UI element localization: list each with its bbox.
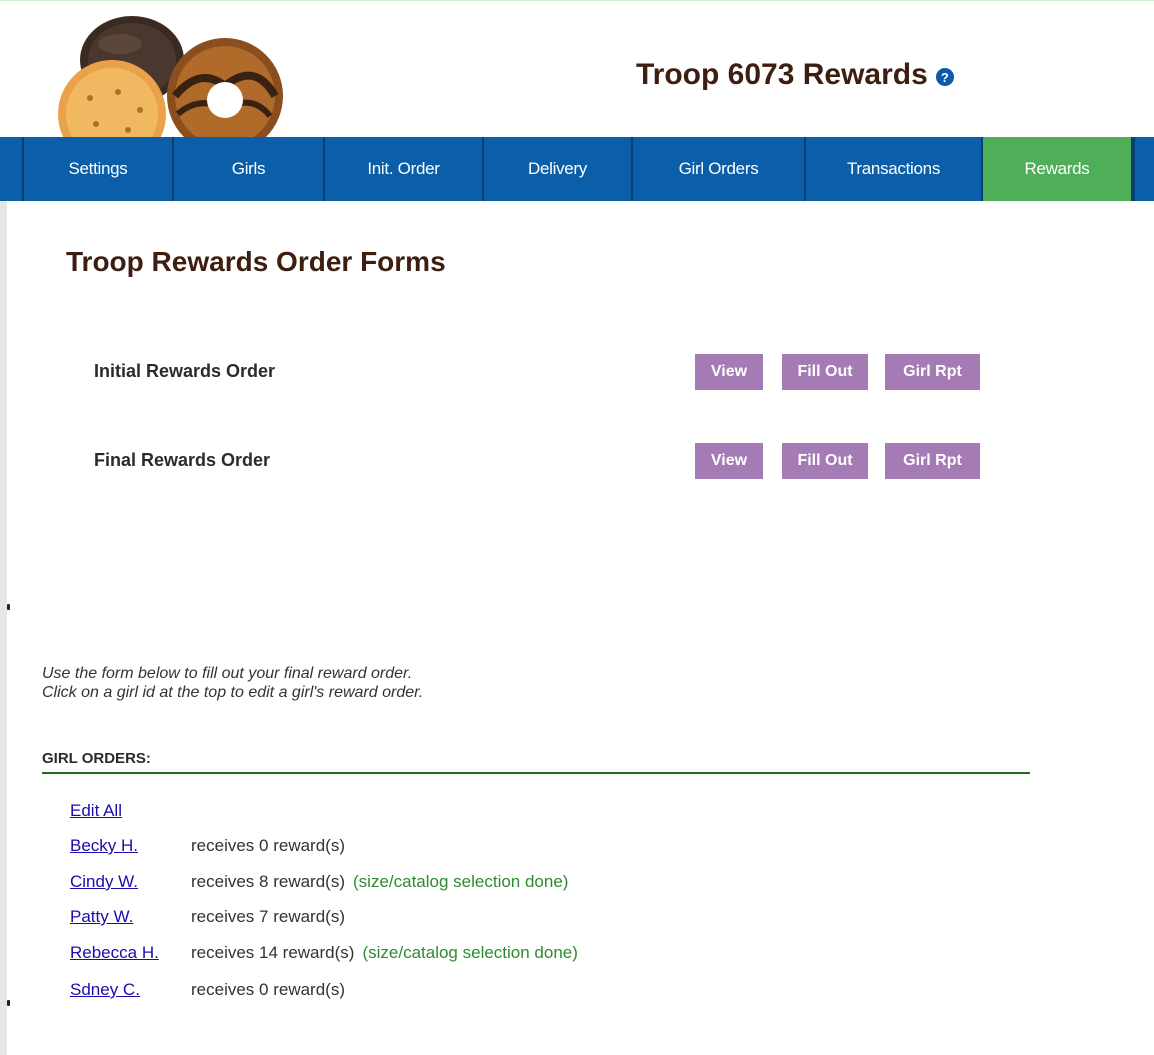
initial-rewards-label: Initial Rewards Order — [94, 361, 276, 381]
girl-link-cindy[interactable]: Cindy W. — [70, 872, 191, 894]
initial-rewards-row: Initial Rewards Order View Fill Out Girl… — [94, 354, 994, 390]
edit-all-link[interactable]: Edit All — [70, 801, 122, 821]
nav-item-girl-orders[interactable]: Girl Orders — [633, 137, 806, 201]
selection-status: (size/catalog selection done) — [353, 872, 569, 891]
reward-count: receives 14 reward(s) — [191, 943, 355, 962]
list-item: Cindy W. receives 8 reward(s) (size/cata… — [70, 872, 568, 894]
nav-item-delivery[interactable]: Delivery — [484, 137, 633, 201]
nav-item-rewards[interactable]: Rewards — [983, 137, 1133, 201]
gutter-marker — [7, 604, 10, 610]
final-view-button[interactable]: View — [695, 443, 763, 479]
reward-count: receives 0 reward(s) — [191, 980, 345, 999]
page-title: Troop Rewards Order Forms — [66, 246, 446, 277]
list-item: Becky H. receives 0 reward(s) — [70, 836, 345, 858]
girl-link-patty[interactable]: Patty W. — [70, 907, 191, 929]
list-item: Rebecca H. receives 14 reward(s) (size/c… — [70, 943, 578, 965]
nav-item-girls[interactable]: Girls — [174, 137, 325, 201]
nav-edge — [0, 137, 24, 201]
girl-link-becky[interactable]: Becky H. — [70, 836, 191, 858]
gutter-marker — [7, 1000, 10, 1006]
initial-view-button[interactable]: View — [695, 354, 763, 390]
instructions: Use the form below to fill out your fina… — [42, 664, 423, 702]
reward-count: receives 8 reward(s) — [191, 872, 345, 891]
nav-item-settings[interactable]: Settings — [24, 137, 174, 201]
top-border — [0, 0, 1154, 1]
cookies-logo — [50, 14, 290, 168]
final-rewards-label: Final Rewards Order — [94, 450, 271, 470]
initial-fill-out-button[interactable]: Fill Out — [782, 354, 868, 390]
instruction-line: Use the form below to fill out your fina… — [42, 665, 413, 682]
nav-tail — [1133, 137, 1154, 201]
final-fill-out-button[interactable]: Fill Out — [782, 443, 868, 479]
girl-link-rebecca[interactable]: Rebecca H. — [70, 943, 191, 965]
left-scroll-gutter — [0, 200, 7, 1055]
page-header-title: Troop 6073 Rewards — [636, 58, 928, 91]
reward-count: receives 0 reward(s) — [191, 836, 345, 855]
final-rewards-row: Final Rewards Order View Fill Out Girl R… — [94, 443, 994, 479]
reward-count: receives 7 reward(s) — [191, 907, 345, 926]
selection-status: (size/catalog selection done) — [362, 943, 578, 962]
initial-girl-rpt-button[interactable]: Girl Rpt — [885, 354, 980, 390]
divider — [42, 772, 1030, 774]
list-item: Sdney C. receives 0 reward(s) — [70, 980, 345, 1002]
girl-orders-heading: GIRL ORDERS: — [42, 750, 151, 767]
instruction-line: Click on a girl id at the top to edit a … — [42, 684, 424, 701]
main-nav: Settings Girls Init. Order Delivery Girl… — [0, 137, 1154, 201]
page-header: Troop 6073 Rewards ? — [636, 55, 954, 95]
final-girl-rpt-button[interactable]: Girl Rpt — [885, 443, 980, 479]
nav-item-init-order[interactable]: Init. Order — [325, 137, 484, 201]
nav-item-transactions[interactable]: Transactions — [806, 137, 983, 201]
girl-link-sdney[interactable]: Sdney C. — [70, 980, 191, 1002]
question-circle-icon[interactable]: ? — [935, 68, 954, 86]
list-item: Patty W. receives 7 reward(s) — [70, 907, 345, 929]
